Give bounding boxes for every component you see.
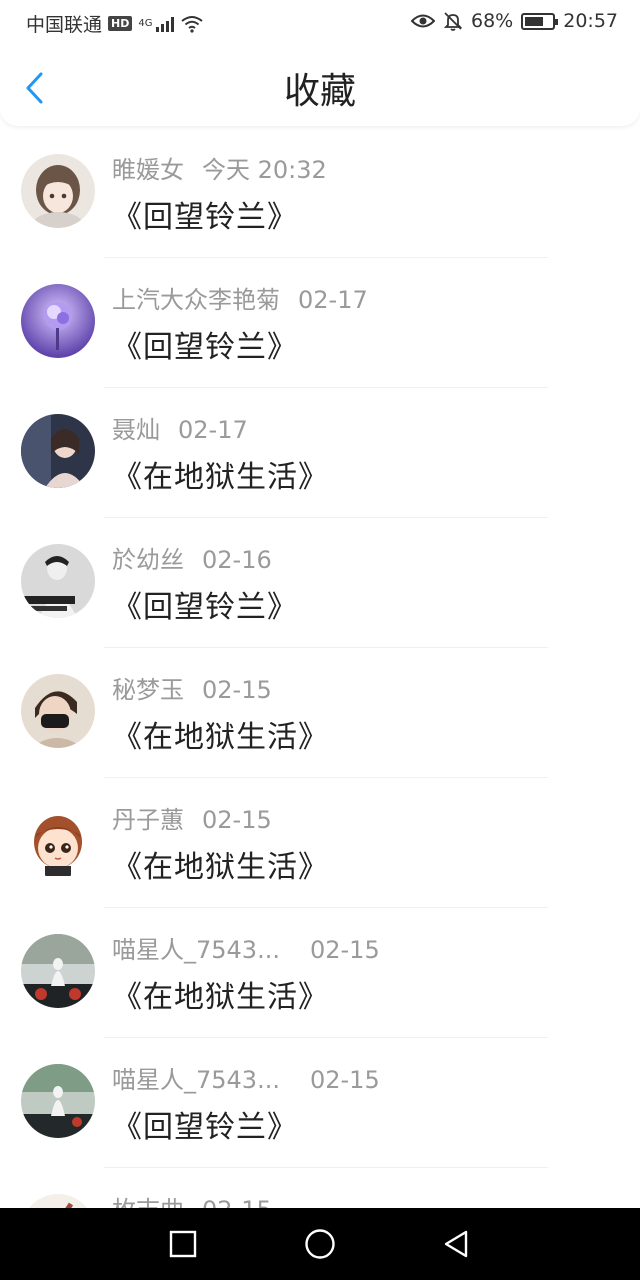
mute-bell-icon (443, 12, 463, 31)
avatar[interactable] (21, 1064, 95, 1138)
battery-percent: 68% (471, 10, 514, 32)
status-left: 中国联通 HD 4G (26, 10, 204, 37)
timestamp: 02-15 (202, 1196, 272, 1208)
battery-fill (525, 16, 543, 26)
avatar[interactable] (21, 154, 95, 228)
favorite-item[interactable]: 喵星人_7543... 02-15 《在地狱生活》 (0, 908, 640, 1038)
nav-bar: 收藏 (0, 44, 640, 126)
clock: 20:57 (563, 10, 618, 32)
item-meta: 聂灿 02-17 (112, 410, 248, 445)
avatar[interactable] (21, 1194, 95, 1208)
avatar[interactable] (21, 414, 95, 488)
avatar[interactable] (21, 284, 95, 358)
system-nav-bar (0, 1208, 640, 1280)
recent-apps-icon (169, 1230, 197, 1258)
eye-icon (411, 14, 435, 28)
timestamp: 02-17 (298, 286, 368, 314)
page-title: 收藏 (283, 71, 356, 112)
favorite-item[interactable]: 喵星人_7543... 02-15 《回望铃兰》 (0, 1038, 640, 1168)
book-title[interactable]: 《在地狱生活》 (112, 972, 329, 1016)
carrier-label: 中国联通 (26, 14, 103, 36)
book-title[interactable]: 《回望铃兰》 (112, 582, 298, 626)
back-nav-button[interactable] (438, 1226, 474, 1262)
timestamp: 02-15 (202, 806, 272, 834)
avatar[interactable] (21, 674, 95, 748)
signal-icon (156, 16, 175, 32)
timestamp: 02-17 (178, 416, 248, 444)
timestamp: 02-15 (202, 676, 272, 704)
battery-icon (521, 12, 559, 30)
avatar[interactable] (21, 934, 95, 1008)
username: 枚志曲 (112, 1190, 184, 1208)
favorite-item[interactable]: 於幼丝 02-16 《回望铃兰》 (0, 518, 640, 648)
favorite-item[interactable]: 聂灿 02-17 《在地狱生活》 (0, 388, 640, 518)
network-label: 4G (138, 18, 153, 29)
home-icon (305, 1229, 335, 1259)
username: 丹子蕙 (112, 806, 184, 834)
item-meta: 睢媛女 今天 20:32 (112, 150, 327, 185)
recent-apps-button[interactable] (165, 1226, 201, 1262)
book-title[interactable]: 《回望铃兰》 (112, 322, 298, 366)
favorite-item[interactable]: 上汽大众李艳菊 02-17 《回望铃兰》 (0, 258, 640, 388)
item-meta: 枚志曲 02-15 (112, 1190, 272, 1208)
avatar[interactable] (21, 804, 95, 878)
username: 聂灿 (112, 416, 160, 444)
item-meta: 秘梦玉 02-15 (112, 670, 272, 705)
status-bar: 中国联通 HD 4G 68% 20:57 (0, 0, 640, 44)
favorite-item[interactable]: 睢媛女 今天 20:32 《回望铃兰》 (0, 128, 640, 258)
username: 秘梦玉 (112, 676, 184, 704)
favorite-item[interactable]: 枚志曲 02-15 (0, 1168, 640, 1208)
wifi-icon (181, 15, 204, 33)
home-button[interactable] (302, 1226, 338, 1262)
avatar[interactable] (21, 544, 95, 618)
book-title[interactable]: 《回望铃兰》 (112, 192, 298, 236)
username: 喵星人_7543... (112, 1066, 280, 1094)
timestamp: 02-15 (309, 1066, 380, 1094)
book-title[interactable]: 《在地狱生活》 (112, 842, 329, 886)
timestamp: 今天 20:32 (202, 156, 327, 184)
favorite-item[interactable]: 丹子蕙 02-15 《在地狱生活》 (0, 778, 640, 908)
book-title[interactable]: 《回望铃兰》 (112, 1102, 298, 1146)
status-right: 68% 20:57 (411, 10, 618, 32)
item-meta: 於幼丝 02-16 (112, 540, 272, 575)
item-meta: 丹子蕙 02-15 (112, 800, 272, 835)
item-meta: 喵星人_7543... 02-15 (112, 930, 380, 965)
item-meta: 喵星人_7543... 02-15 (112, 1060, 380, 1095)
favorite-item[interactable]: 秘梦玉 02-15 《在地狱生活》 (0, 648, 640, 778)
book-title[interactable]: 《在地狱生活》 (112, 712, 329, 756)
back-icon (444, 1230, 468, 1258)
username: 上汽大众李艳菊 (112, 286, 280, 314)
book-title[interactable]: 《在地狱生活》 (112, 452, 329, 496)
username: 睢媛女 (112, 156, 184, 184)
username: 於幼丝 (112, 546, 184, 574)
item-meta: 上汽大众李艳菊 02-17 (112, 280, 368, 315)
hd-badge: HD (108, 16, 133, 31)
favorites-list[interactable]: 睢媛女 今天 20:32 《回望铃兰》 上汽大众李艳菊 02-17 《回望铃兰》… (0, 128, 640, 1208)
timestamp: 02-15 (309, 936, 380, 964)
timestamp: 02-16 (202, 546, 272, 574)
username: 喵星人_7543... (112, 936, 280, 964)
